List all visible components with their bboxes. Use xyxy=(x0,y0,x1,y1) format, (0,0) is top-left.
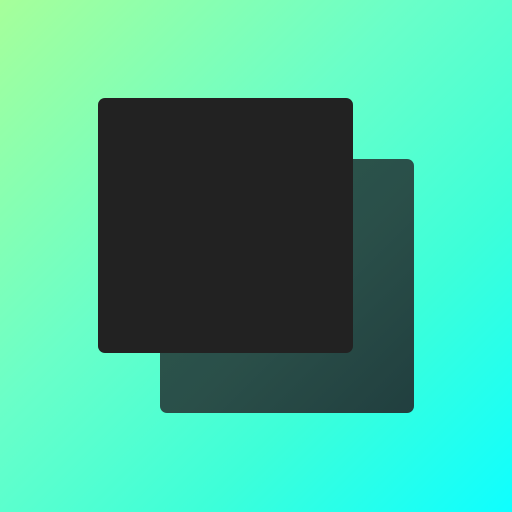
app-icon xyxy=(0,0,512,512)
front-square-shape xyxy=(98,98,353,353)
